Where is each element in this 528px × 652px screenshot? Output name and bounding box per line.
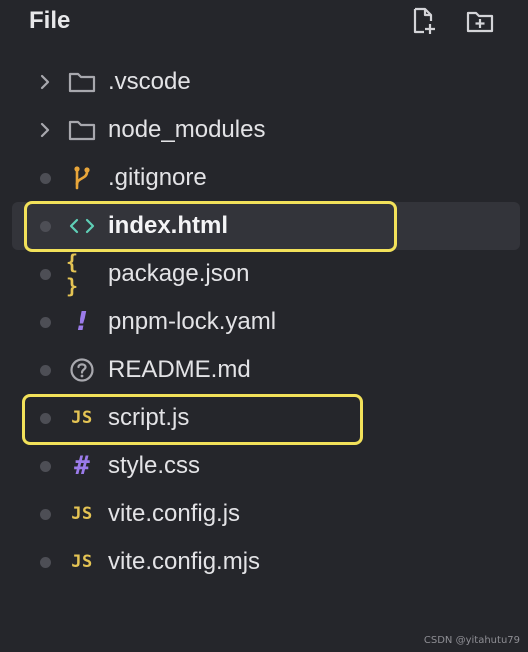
bullet-dot [39,460,51,472]
tree-item-label: node_modules [108,116,266,143]
tree-row-style-css[interactable]: # style.css [0,442,528,490]
new-file-icon [413,7,435,34]
tree-item-label: vite.config.js [108,500,241,527]
bullet-dot [39,364,51,376]
tree-item-label: pnpm-lock.yaml [108,308,277,335]
tree-row-package-json[interactable]: { } package.json [0,250,528,298]
js-icon: JS [71,504,93,524]
tree-item-label: README.md [108,356,251,383]
new-folder-icon [466,11,494,33]
tree-row-readme[interactable]: README.md [0,346,528,394]
tree-row-script-js[interactable]: JS script.js [0,394,528,442]
bullet-dot [39,316,51,328]
folder-icon [68,120,96,141]
tree-item-label: script.js [108,404,190,431]
tree-row-vite-config-js[interactable]: JS vite.config.js [0,490,528,538]
bullet-dot [39,508,51,520]
bullet-dot [39,220,51,232]
chevron-right-icon [40,74,50,90]
yaml-exclamation-icon: ! [76,307,88,337]
tree-item-label: .vscode [108,68,191,95]
folder-icon [68,72,96,93]
bullet-dot [39,556,51,568]
watermark: CSDN @yitahutu79 [423,635,520,646]
tree-row-gitignore[interactable]: .gitignore [0,154,528,202]
new-folder-button[interactable] [465,6,495,36]
html-code-icon [69,218,95,234]
tree-item-label: style.css [108,452,201,479]
js-icon: JS [71,408,93,428]
bullet-dot [39,268,51,280]
tree-row-index-html[interactable]: index.html [0,202,528,250]
tree-row-pnpm-lock[interactable]: ! pnpm-lock.yaml [0,298,528,346]
chevron-right-icon [40,122,50,138]
tree-item-label: package.json [108,260,250,287]
bullet-dot [39,412,51,424]
file-tree: .vscode node_modules .gitignore index.ht… [0,58,528,586]
bullet-dot [39,172,51,184]
question-circle-icon [70,358,94,382]
js-icon: JS [71,552,93,572]
new-file-button[interactable] [409,6,439,36]
explorer-header: File [0,0,528,44]
panel-title: File [29,7,71,34]
tree-row-vite-config-mjs[interactable]: JS vite.config.mjs [0,538,528,586]
tree-row-node-modules[interactable]: node_modules [0,106,528,154]
tree-row-vscode[interactable]: .vscode [0,58,528,106]
tree-item-label: vite.config.mjs [108,548,261,575]
tree-item-label: index.html [108,212,229,239]
tree-item-label: .gitignore [108,164,207,191]
git-branch-icon [74,166,90,190]
css-hash-icon: # [74,451,90,481]
json-braces-icon: { } [66,250,79,298]
